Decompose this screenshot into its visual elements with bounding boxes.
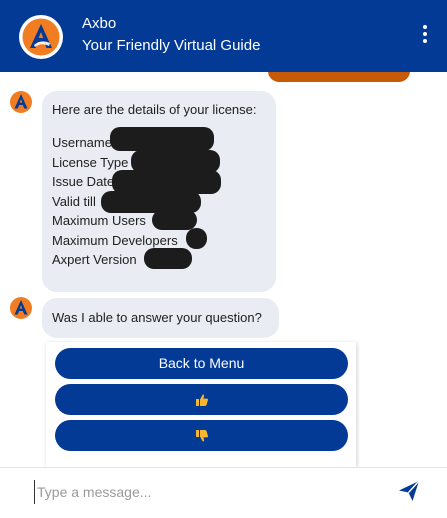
- redacted-value: [152, 210, 197, 230]
- license-details-message: Here are the details of your license: Us…: [42, 91, 276, 292]
- bot-name: Axbo: [82, 15, 117, 32]
- message-composer: [0, 467, 447, 518]
- back-to-menu-button[interactable]: Back to Menu: [55, 348, 348, 379]
- feedback-question-text: Was I able to answer your question?: [52, 310, 262, 325]
- license-field-type: License Type: [52, 154, 129, 170]
- chat-header: Axbo Your Friendly Virtual Guide: [0, 0, 447, 72]
- thumbs-down-icon: [195, 430, 208, 442]
- thumbs-up-button[interactable]: [55, 384, 348, 415]
- bot-avatar: [8, 89, 34, 115]
- license-field-axpert-version: Axpert Version: [52, 252, 137, 267]
- more-options-icon[interactable]: [421, 25, 429, 47]
- redacted-value: [110, 127, 214, 151]
- license-field-username: Username: [52, 135, 112, 150]
- send-icon[interactable]: [397, 479, 421, 503]
- license-field-valid-till: Valid till: [52, 193, 96, 209]
- feedback-question-message: Was I able to answer your question?: [42, 298, 279, 338]
- quick-replies-card: Back to Menu: [46, 342, 356, 467]
- license-intro-text: Here are the details of your license:: [52, 102, 257, 117]
- message-input[interactable]: [34, 480, 377, 504]
- previous-user-message: [268, 72, 410, 82]
- redacted-value: [144, 248, 192, 269]
- thumbs-up-icon: [195, 394, 208, 407]
- thumbs-down-button[interactable]: [55, 420, 348, 451]
- bot-avatar: [8, 295, 34, 321]
- bot-tagline: Your Friendly Virtual Guide: [82, 37, 261, 54]
- axbo-logo: [19, 15, 63, 59]
- chat-transcript[interactable]: Here are the details of your license: Us…: [0, 72, 447, 467]
- license-field-max-users: Maximum Users: [52, 213, 146, 228]
- redacted-value: [186, 228, 207, 249]
- license-field-issue-date: Issue Date: [52, 174, 115, 189]
